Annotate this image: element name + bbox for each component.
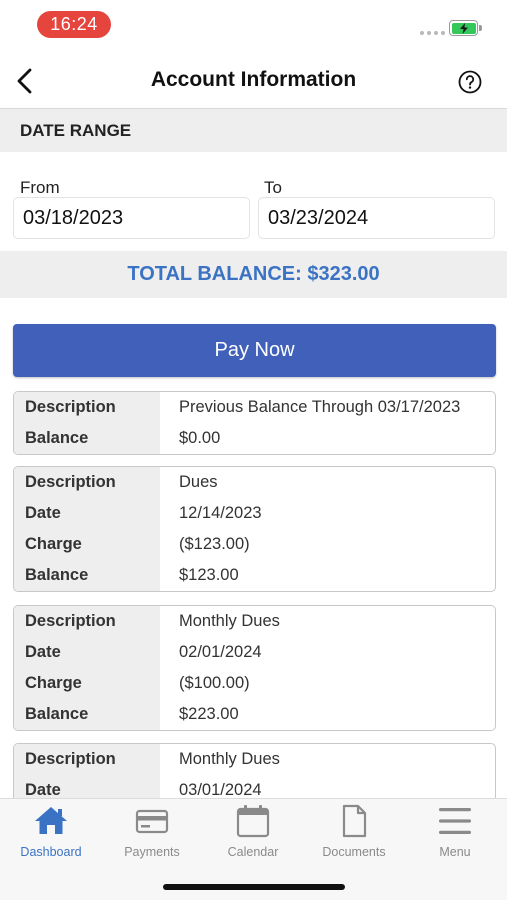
row-label: Description <box>14 392 160 423</box>
table-row: Charge ($123.00) <box>14 529 495 560</box>
from-date-input[interactable] <box>13 197 250 239</box>
signal-icon <box>420 31 445 35</box>
row-label: Date <box>14 498 160 529</box>
transaction-list[interactable]: Description Previous Balance Through 03/1… <box>0 389 507 798</box>
table-row: Charge ($100.00) <box>14 668 495 699</box>
transaction-card: Description Previous Balance Through 03/1… <box>13 391 496 455</box>
nav-header: Account Information <box>0 55 507 107</box>
row-value: $123.00 <box>179 566 239 584</box>
table-row: Description Monthly Dues <box>14 606 495 637</box>
row-value: 02/01/2024 <box>179 643 262 661</box>
row-label: Balance <box>14 423 160 454</box>
document-icon <box>342 804 367 838</box>
battery-icon <box>449 20 482 36</box>
row-value: ($100.00) <box>179 674 250 692</box>
row-value: Monthly Dues <box>179 750 280 768</box>
tab-label: Calendar <box>227 845 279 859</box>
tab-menu[interactable]: Menu <box>405 803 505 863</box>
table-row: Description Monthly Dues <box>14 744 495 775</box>
from-label: From <box>20 178 60 197</box>
row-label: Balance <box>14 560 160 591</box>
row-value: Previous Balance Through 03/17/2023 <box>179 398 461 416</box>
row-value: Monthly Dues <box>179 612 280 630</box>
row-label: Balance <box>14 699 160 730</box>
row-value: Dues <box>179 473 218 491</box>
tab-label: Dashboard <box>20 845 82 859</box>
tab-label: Menu <box>439 845 471 859</box>
status-bar: 16:24 <box>0 0 507 50</box>
tab-payments[interactable]: Payments <box>102 803 202 863</box>
hamburger-menu-icon <box>439 808 471 834</box>
row-label: Description <box>14 744 160 775</box>
tab-documents[interactable]: Documents <box>304 803 404 863</box>
row-value: 03/01/2024 <box>179 781 262 798</box>
row-label: Charge <box>14 668 160 699</box>
row-value: 12/14/2023 <box>179 504 262 522</box>
to-label: To <box>264 178 282 197</box>
transaction-card: Description Monthly Dues Date 02/01/2024 C… <box>13 605 496 731</box>
tab-dashboard[interactable]: Dashboard <box>1 803 101 863</box>
pay-now-button[interactable]: Pay Now <box>13 324 496 377</box>
row-label: Charge <box>14 529 160 560</box>
table-row: Description Dues <box>14 467 495 498</box>
row-label: Date <box>14 637 160 668</box>
row-label: Description <box>14 467 160 498</box>
table-row: Date 12/14/2023 <box>14 498 495 529</box>
table-row: Balance $123.00 <box>14 560 495 591</box>
table-row: Date 02/01/2024 <box>14 637 495 668</box>
status-time: 16:24 <box>37 11 111 38</box>
transaction-card: Description Dues Date 12/14/2023 Charge ($1… <box>13 466 496 592</box>
home-icon <box>35 807 67 834</box>
row-label: Date <box>14 775 160 798</box>
page-title: Account Information <box>150 68 357 91</box>
credit-card-icon <box>135 809 169 834</box>
table-row: Balance $0.00 <box>14 423 495 454</box>
tab-label: Documents <box>322 845 386 859</box>
row-value: $223.00 <box>179 705 239 723</box>
help-button[interactable] <box>458 70 482 94</box>
table-row: Description Previous Balance Through 03/1… <box>14 392 495 423</box>
calendar-icon <box>236 805 270 838</box>
transaction-card: Description Monthly Dues Date 03/01/2024 <box>13 743 496 798</box>
date-range-header: DATE RANGE <box>0 108 507 152</box>
row-label: Description <box>14 606 160 637</box>
row-value: ($123.00) <box>179 535 250 553</box>
tab-calendar[interactable]: Calendar <box>203 803 303 863</box>
to-date-input[interactable] <box>258 197 495 239</box>
table-row: Balance $223.00 <box>14 699 495 730</box>
question-circle-icon <box>458 70 482 94</box>
total-balance: TOTAL BALANCE: $323.00 <box>0 251 507 298</box>
row-value: $0.00 <box>179 429 221 447</box>
table-row: Date 03/01/2024 <box>14 775 495 798</box>
tab-label: Payments <box>124 845 180 859</box>
home-indicator <box>163 884 345 890</box>
